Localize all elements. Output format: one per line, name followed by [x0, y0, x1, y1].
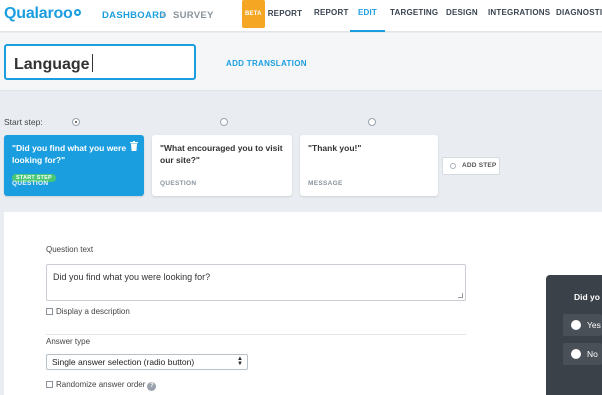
preview-option-yes[interactable]: Yes	[563, 314, 602, 336]
text-cursor	[91, 54, 93, 72]
add-circle-icon	[450, 163, 456, 169]
step-kind: QUESTION	[160, 180, 197, 187]
randomize-checkbox[interactable]	[46, 381, 53, 388]
start-step-radio-1[interactable]	[72, 118, 80, 126]
language-bar: Language ADD TRANSLATION	[0, 33, 602, 91]
step-title: "Did you find what you were looking for?…	[12, 143, 127, 165]
question-text-label: Question text	[46, 245, 94, 254]
qualaroo-logo[interactable]: Qualaroo	[4, 5, 81, 23]
resize-handle-icon[interactable]	[458, 293, 463, 298]
nav-edit[interactable]: EDIT	[350, 0, 386, 32]
step-title: "Thank you!"	[308, 143, 362, 153]
nav-design[interactable]: DESIGN	[446, 0, 478, 32]
step-card-3[interactable]: "Thank you!" MESSAGE	[300, 135, 438, 196]
step-kind: QUESTION	[12, 180, 49, 187]
display-description-label: Display a description	[56, 307, 130, 316]
top-nav: Qualaroo DASHBOARD > SURVEY BETA REPORT R…	[0, 0, 602, 32]
beta-badge: BETA	[242, 0, 265, 28]
breadcrumb-dashboard[interactable]: DASHBOARD	[102, 10, 166, 21]
breadcrumb-separator: >	[160, 10, 166, 21]
radio-icon	[571, 349, 581, 359]
randomize-label: Randomize answer order?	[56, 380, 157, 391]
start-step-label: Start step:	[4, 117, 43, 127]
survey-preview: Did yo Yes No	[546, 275, 602, 395]
preview-question: Did yo	[574, 292, 600, 302]
step-title: "What encouraged you to visit our site?"	[160, 143, 283, 165]
help-icon[interactable]: ?	[147, 382, 157, 391]
step-card-2[interactable]: "What encouraged you to visit our site?"…	[152, 135, 292, 196]
start-step-radio-2[interactable]	[220, 118, 228, 126]
add-translation-link[interactable]: ADD TRANSLATION	[226, 59, 307, 68]
answer-type-select[interactable]: Single answer selection (radio button) ▲…	[46, 354, 248, 370]
answer-type-label: Answer type	[46, 337, 91, 346]
breadcrumb-survey: SURVEY	[173, 10, 214, 21]
nav-integrations[interactable]: INTEGRATIONS	[488, 0, 550, 32]
logo-mark-icon	[73, 9, 81, 16]
nav-targeting[interactable]: TARGETING	[390, 0, 438, 32]
step-editor: Question text Did you find what you were…	[4, 212, 602, 395]
display-description-checkbox[interactable]	[46, 308, 53, 315]
step-card-1[interactable]: "Did you find what you were looking for?…	[4, 135, 144, 196]
language-input[interactable]: Language	[4, 44, 196, 80]
step-kind: MESSAGE	[308, 180, 343, 187]
question-text-input[interactable]: Did you find what you were looking for?	[46, 264, 466, 301]
nav-diagnostics[interactable]: DIAGNOSTICS	[556, 0, 602, 32]
divider	[46, 334, 466, 335]
trash-icon[interactable]	[130, 141, 138, 151]
nav-beta-report[interactable]: BETA REPORT	[242, 0, 302, 32]
nav-report[interactable]: REPORT	[314, 0, 349, 32]
select-arrows-icon: ▲ ▼	[237, 356, 243, 367]
start-step-radio-3[interactable]	[368, 118, 376, 126]
preview-option-no[interactable]: No	[563, 343, 602, 365]
radio-icon	[571, 320, 581, 330]
add-step-button[interactable]: ADD STEP	[442, 157, 500, 175]
